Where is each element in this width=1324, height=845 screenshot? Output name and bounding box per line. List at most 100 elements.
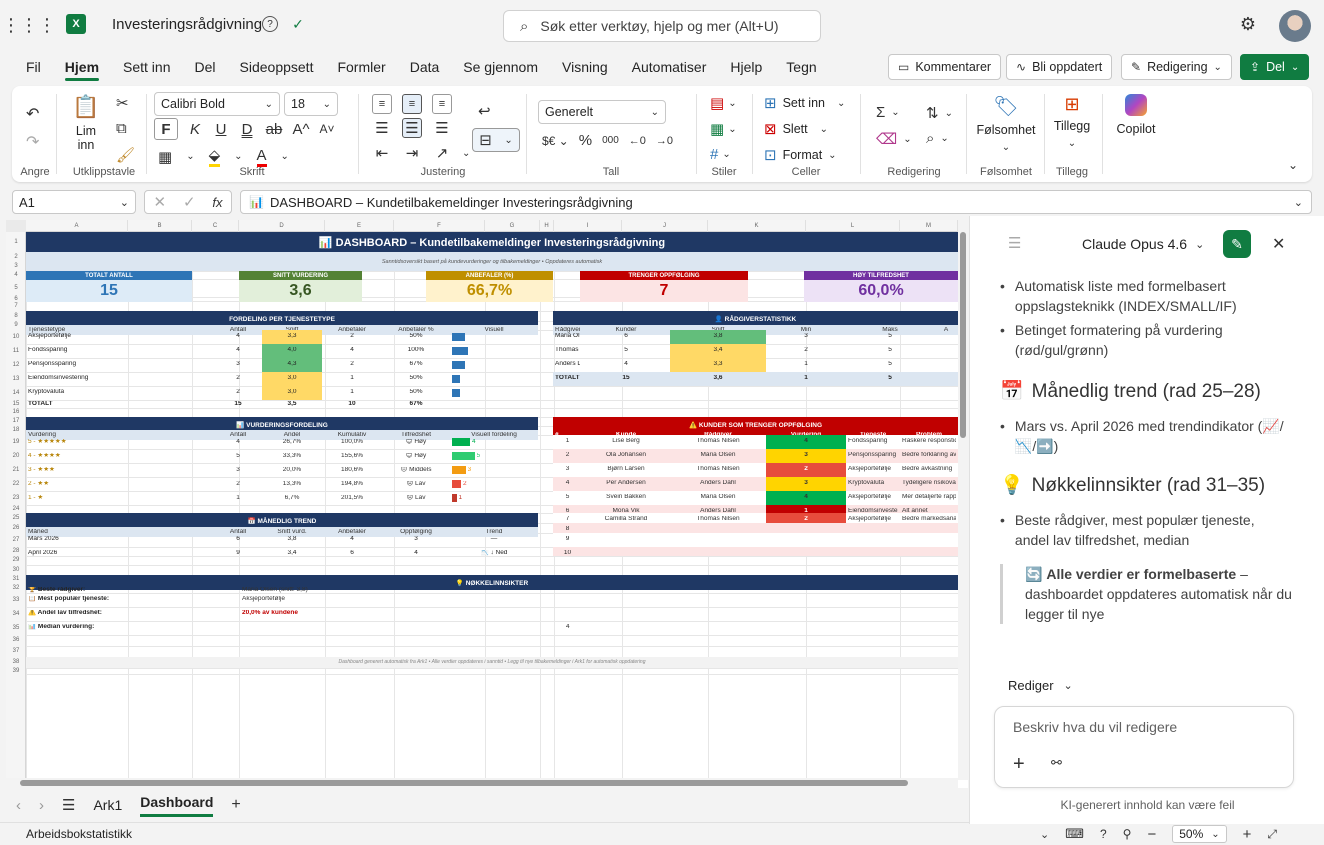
table-cell[interactable]: 3 [768, 333, 844, 340]
table-cell[interactable]: Lise Berg [584, 438, 668, 445]
increase-font-icon[interactable]: A^ [292, 121, 310, 138]
editing-mode-button[interactable]: ✎ Redigering ⌄ [1121, 54, 1232, 80]
model-selector[interactable]: Claude Opus 4.6 ⌄ [1082, 236, 1204, 252]
table-cell[interactable]: Aksjeportefølje [848, 516, 898, 523]
table-cell[interactable]: 33,3% [264, 453, 320, 460]
row-header[interactable]: 10 [6, 330, 26, 344]
rating-bar-label[interactable]: 1 [459, 495, 463, 502]
column-header[interactable]: K [708, 220, 806, 232]
total-cell[interactable]: 67% [384, 401, 448, 408]
table-cell[interactable]: Aksjeportefølje [28, 333, 212, 340]
table-cell[interactable]: 26,7% [264, 439, 320, 446]
row-header[interactable]: 15 [6, 400, 26, 408]
conditional-format-button[interactable]: ▤ ⌄ [710, 94, 737, 112]
worksheet[interactable]: ABCDEFGHIJKLM 1 2 3 4 5 6 7 8 9 10 11 12 13 14 15 16 17 1… [6, 220, 968, 788]
tab-draw[interactable]: Tegn [774, 53, 828, 81]
table-cell[interactable]: 5 [848, 347, 932, 354]
user-avatar[interactable] [1279, 10, 1311, 42]
table-cell[interactable]: 6 [584, 333, 668, 340]
tab-share[interactable]: Del [183, 53, 228, 81]
total-cell[interactable]: TOTALT / [555, 375, 580, 382]
table-cell[interactable]: 3,4 [672, 347, 764, 354]
chevron-down-icon[interactable]: ⌄ [281, 151, 289, 162]
insert-cells-button[interactable]: ⊞ Sett inn ⌄ [764, 94, 845, 112]
dashboard-footer[interactable]: Dashboard generert automatisk fra Ark1 •… [26, 657, 958, 668]
horizontal-scrollbar[interactable] [6, 778, 958, 788]
tab-review[interactable]: Se gjennom [451, 53, 550, 81]
table-cell[interactable]: 2 [216, 375, 260, 382]
table-cell[interactable]: Mars 2026 [28, 536, 212, 543]
paste-button[interactable]: 📋 Lim inn [70, 94, 102, 152]
table-cell[interactable]: Ola Johansen [584, 452, 668, 459]
column-header[interactable]: A [26, 220, 128, 232]
table-cell[interactable]: 3,8 [264, 536, 320, 543]
increase-decimal-icon[interactable]: ←0 [629, 135, 646, 147]
table-cell[interactable]: 1 [768, 361, 844, 368]
table-cell[interactable]: 😐 Middels [384, 467, 448, 474]
table-cell[interactable]: 😊 Høy [384, 439, 448, 446]
undo-icon[interactable]: ↶ [26, 104, 39, 124]
table-cell[interactable]: Thomas Nilsen [672, 438, 764, 445]
vertical-scrollbar[interactable] [958, 220, 968, 780]
cancel-icon[interactable]: ✕ [153, 193, 166, 211]
table-cell[interactable]: Aksjeportefølje [848, 494, 898, 501]
insight-label[interactable]: 📋 Mest populær tjeneste: [28, 596, 228, 603]
tab-formulas[interactable]: Formler [325, 53, 397, 81]
search-box[interactable]: ⌕ Søk etter verktøy, hjelp og mer (Alt+U… [503, 10, 821, 42]
table-cell[interactable]: Fondssparing [28, 347, 212, 354]
table-cell[interactable]: Fondssparing [848, 438, 898, 445]
row-header[interactable]: 19 [6, 435, 26, 449]
total-cell[interactable]: 15 [216, 401, 260, 408]
table-cell[interactable]: 2 [324, 333, 380, 340]
table-cell[interactable]: 1 - ★ [28, 495, 212, 502]
decrease-decimal-icon[interactable]: →0 [656, 135, 673, 147]
currency-icon[interactable]: $€ ⌄ [542, 134, 569, 148]
row-header[interactable]: 20 [6, 449, 26, 463]
underline-icon[interactable]: U [212, 121, 230, 138]
font-color-icon[interactable]: A [256, 147, 267, 167]
row-header[interactable]: 38 [6, 657, 26, 668]
table-cell[interactable]: 8 [555, 526, 580, 533]
column-header[interactable]: C [192, 220, 239, 232]
get-updates-button[interactable]: ∿ Bli oppdatert [1006, 54, 1113, 80]
select-all-corner[interactable] [6, 220, 26, 232]
tools-link-icon[interactable]: ⚯ [1051, 755, 1062, 771]
sort-filter-button[interactable]: ⇅ ⌄ [926, 104, 953, 122]
row-header[interactable]: 25 [6, 513, 26, 523]
chevron-down-icon[interactable]: ⌄ [186, 151, 194, 162]
table-cell[interactable]: 2 [768, 347, 844, 354]
tab-page-layout[interactable]: Sideoppsett [228, 53, 326, 81]
table-cell[interactable]: 4,3 [264, 361, 320, 368]
format-cells-button[interactable]: ⊡ Format ⌄ [764, 146, 837, 164]
table-cell[interactable]: 100% [384, 347, 448, 354]
table-cell[interactable]: 3,4 [264, 550, 320, 557]
table-cell[interactable]: 2 - ★★ [28, 481, 212, 488]
fill-color-icon[interactable]: ⬙ [208, 146, 221, 167]
table-cell[interactable]: 5 [555, 494, 580, 501]
table-cell[interactable]: Bedre forklaring av [902, 452, 956, 459]
table-cell[interactable]: Maria Olsen [672, 494, 764, 501]
table-cell[interactable]: 50% [384, 333, 448, 340]
rating-bar-label[interactable]: 4 [472, 439, 476, 446]
table-cell[interactable]: 4 [768, 438, 844, 445]
redo-icon[interactable]: ↷ [26, 132, 39, 152]
table-cell[interactable]: Maria Ol [555, 333, 580, 340]
column-header-cell[interactable]: Måned [28, 529, 212, 536]
table-cell[interactable]: Svein Bakken [584, 494, 668, 501]
format-painter-icon[interactable]: 🖌 [116, 146, 135, 164]
tab-file[interactable]: Fil [14, 53, 53, 81]
column-header-cell[interactable]: A [936, 327, 956, 334]
row-header[interactable]: 35 [6, 621, 26, 635]
bold-icon[interactable]: F [154, 118, 178, 140]
table-cell[interactable]: 180,6% [324, 467, 380, 474]
table-cell[interactable]: 9 [216, 550, 260, 557]
table-cell[interactable]: 3 [384, 536, 448, 543]
borders-icon[interactable]: ▦ [158, 148, 172, 166]
tab-help[interactable]: Hjelp [718, 53, 774, 81]
table-cell[interactable]: 5 [584, 347, 668, 354]
column-header-cell[interactable]: Trend [452, 529, 536, 536]
ribbon-collapse-chevron-icon[interactable]: ⌄ [1288, 158, 1298, 172]
double-underline-icon[interactable]: D [238, 121, 256, 138]
kpi-value-cell[interactable]: 60,0% [804, 280, 958, 302]
mode-selector[interactable]: Rediger ⌄ [1008, 678, 1073, 693]
